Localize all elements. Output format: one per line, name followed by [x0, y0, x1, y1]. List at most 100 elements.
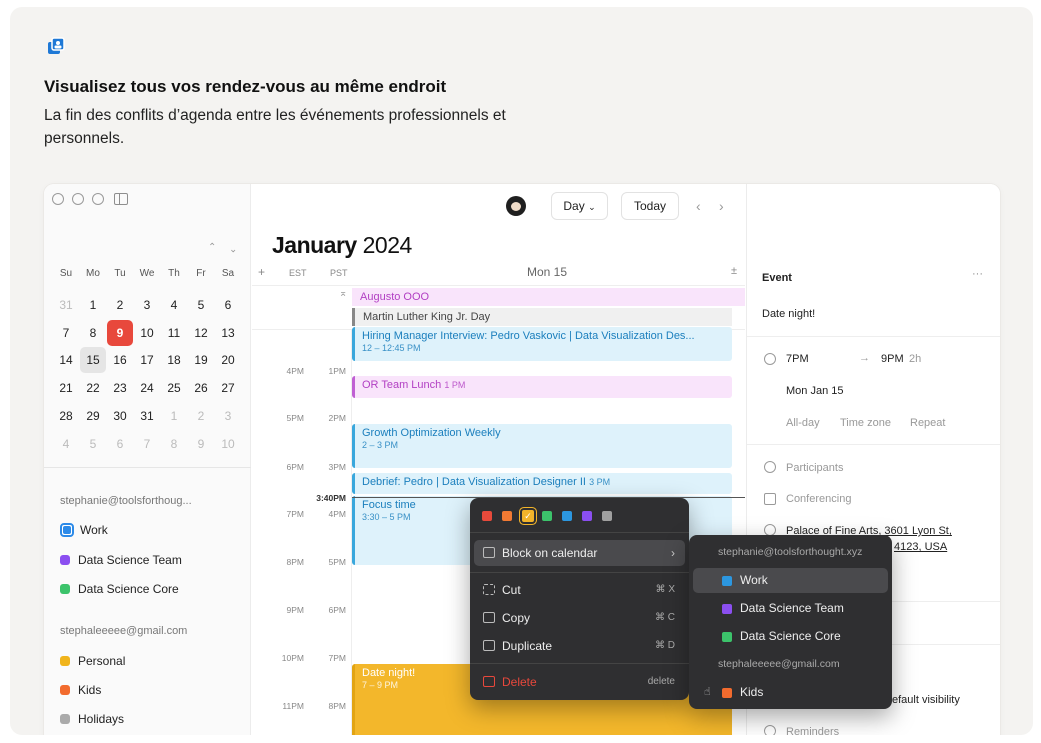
visibility-field[interactable]: efault visibility [892, 694, 960, 706]
mini-calendar-day[interactable]: 3 [215, 403, 241, 429]
calendar-item-kids[interactable]: Kids [60, 683, 101, 697]
mini-calendar-day[interactable]: 25 [161, 375, 187, 401]
mini-calendar-day[interactable]: 14 [53, 347, 79, 373]
view-select[interactable]: Day ⌄ [551, 192, 608, 220]
mini-calendar-day[interactable]: 19 [188, 347, 214, 373]
mini-calendar-day[interactable]: 10 [215, 431, 241, 457]
mini-calendar-day[interactable]: 2 [188, 403, 214, 429]
event-growth-optimization[interactable]: Growth Optimization Weekly 2 – 3 PM [352, 424, 732, 468]
trash-icon [483, 676, 495, 687]
mini-calendar-day[interactable]: 5 [80, 431, 106, 457]
mini-calendar-day[interactable]: 9 [107, 320, 133, 346]
more-options-icon[interactable]: ··· [972, 268, 983, 280]
start-time[interactable]: 7PM [786, 353, 809, 365]
color-swatch[interactable] [502, 511, 512, 521]
mini-calendar-prev-icon[interactable]: ⌃ [208, 242, 216, 253]
mini-calendar-day[interactable]: 23 [107, 375, 133, 401]
sidebar-toggle-icon[interactable] [114, 193, 128, 205]
window-minimize-button[interactable] [72, 193, 84, 205]
delete-item[interactable]: Delete delete [474, 669, 685, 695]
mini-calendar-next-icon[interactable]: ⌃ [229, 242, 237, 253]
mini-calendar-day[interactable]: 6 [107, 431, 133, 457]
calendar-item-data-science-team[interactable]: Data Science Team [60, 553, 182, 567]
mini-calendar-day[interactable]: 9 [188, 431, 214, 457]
color-swatch[interactable] [542, 511, 552, 521]
location-line-2[interactable]: 4123, USA [894, 541, 947, 553]
mini-calendar-day[interactable]: 27 [215, 375, 241, 401]
mini-calendar-day[interactable]: 31 [134, 403, 160, 429]
mini-calendar-day[interactable]: 7 [53, 320, 79, 346]
mini-calendar-day[interactable]: 22 [80, 375, 106, 401]
color-swatch[interactable] [482, 511, 492, 521]
mini-calendar-day[interactable]: 15 [80, 347, 106, 373]
checkbox-icon[interactable] [60, 523, 74, 537]
reminders-field[interactable]: Reminders [786, 726, 839, 735]
event-hiring-interview[interactable]: Hiring Manager Interview: Pedro Vaskovic… [352, 327, 732, 361]
today-button[interactable]: Today [621, 192, 679, 220]
add-timezone-icon[interactable]: + [258, 265, 265, 279]
event-debrief[interactable]: Debrief: Pedro | Data Visualization Desi… [352, 473, 732, 494]
allday-event[interactable]: Martin Luther King Jr. Day [352, 308, 732, 326]
mini-calendar-day[interactable]: 21 [53, 375, 79, 401]
mini-calendar-day[interactable]: 8 [161, 431, 187, 457]
color-swatch[interactable] [582, 511, 592, 521]
mini-calendar-day[interactable]: 13 [215, 320, 241, 346]
event-title-field[interactable]: Date night! [762, 308, 815, 320]
mini-calendar-day[interactable]: 2 [107, 292, 133, 318]
timezone-button[interactable]: Time zone [840, 417, 891, 429]
event-or-team-lunch[interactable]: OR Team Lunch 1 PM [352, 376, 732, 398]
collapse-icon[interactable]: ± [731, 265, 737, 277]
color-swatch[interactable]: ✓ [522, 510, 534, 522]
allday-toggle[interactable]: All-day [786, 417, 820, 429]
cut-item[interactable]: Cut ⌘ X [474, 577, 685, 603]
event-date[interactable]: Mon Jan 15 [786, 385, 843, 397]
mini-calendar-day[interactable]: 26 [188, 375, 214, 401]
conferencing-field[interactable]: Conferencing [786, 493, 851, 505]
mini-calendar-day[interactable]: 31 [53, 292, 79, 318]
mini-calendar-day[interactable]: 4 [53, 431, 79, 457]
window-close-button[interactable] [52, 193, 64, 205]
mini-calendar-day[interactable]: 5 [188, 292, 214, 318]
mini-calendar-day[interactable]: 16 [107, 347, 133, 373]
mini-calendar-day[interactable]: 29 [80, 403, 106, 429]
mini-calendar-day[interactable]: 7 [134, 431, 160, 457]
submenu-item-data-science-core[interactable]: Data Science Core [693, 624, 888, 649]
prev-day-icon[interactable]: ‹ [696, 198, 701, 214]
submenu-item-data-science-team[interactable]: Data Science Team [693, 596, 888, 621]
mini-calendar-day[interactable]: 12 [188, 320, 214, 346]
copy-item[interactable]: Copy ⌘ C [474, 605, 685, 631]
calendar-item-work[interactable]: Work [60, 523, 108, 537]
mini-calendar-day[interactable]: 17 [134, 347, 160, 373]
calendar-item-holidays[interactable]: Holidays [60, 712, 124, 726]
event-title: OR Team Lunch [362, 379, 442, 391]
mini-calendar-day[interactable]: 24 [134, 375, 160, 401]
mini-calendar-day[interactable]: 28 [53, 403, 79, 429]
mini-calendar-day[interactable]: 6 [215, 292, 241, 318]
mini-calendar-day[interactable]: 1 [161, 403, 187, 429]
next-day-icon[interactable]: › [719, 198, 724, 214]
mini-calendar-day[interactable]: 18 [161, 347, 187, 373]
mini-calendar-day[interactable]: 30 [107, 403, 133, 429]
expand-allday-icon[interactable]: ⌅ [339, 288, 347, 299]
avatar[interactable] [506, 196, 526, 216]
repeat-button[interactable]: Repeat [910, 417, 945, 429]
mini-calendar-day[interactable]: 1 [80, 292, 106, 318]
duplicate-item[interactable]: Duplicate ⌘ D [474, 633, 685, 659]
color-swatch[interactable] [602, 511, 612, 521]
window-zoom-button[interactable] [92, 193, 104, 205]
mini-calendar-day[interactable]: 4 [161, 292, 187, 318]
mini-calendar-day[interactable]: 20 [215, 347, 241, 373]
calendar-item-data-science-core[interactable]: Data Science Core [60, 582, 179, 596]
participants-field[interactable]: Participants [786, 462, 843, 474]
calendar-item-personal[interactable]: Personal [60, 654, 125, 668]
block-on-calendar-item[interactable]: Block on calendar › [474, 540, 685, 566]
submenu-item-work[interactable]: Work [693, 568, 888, 593]
end-time[interactable]: 9PM [881, 353, 904, 365]
submenu-item-kids[interactable]: ☝ Kids [693, 680, 888, 705]
mini-calendar-day[interactable]: 10 [134, 320, 160, 346]
mini-calendar-day[interactable]: 11 [161, 320, 187, 346]
mini-calendar-day[interactable]: 8 [80, 320, 106, 346]
mini-calendar-day[interactable]: 3 [134, 292, 160, 318]
allday-event[interactable]: Augusto OOO [352, 288, 745, 306]
color-swatch[interactable] [562, 511, 572, 521]
